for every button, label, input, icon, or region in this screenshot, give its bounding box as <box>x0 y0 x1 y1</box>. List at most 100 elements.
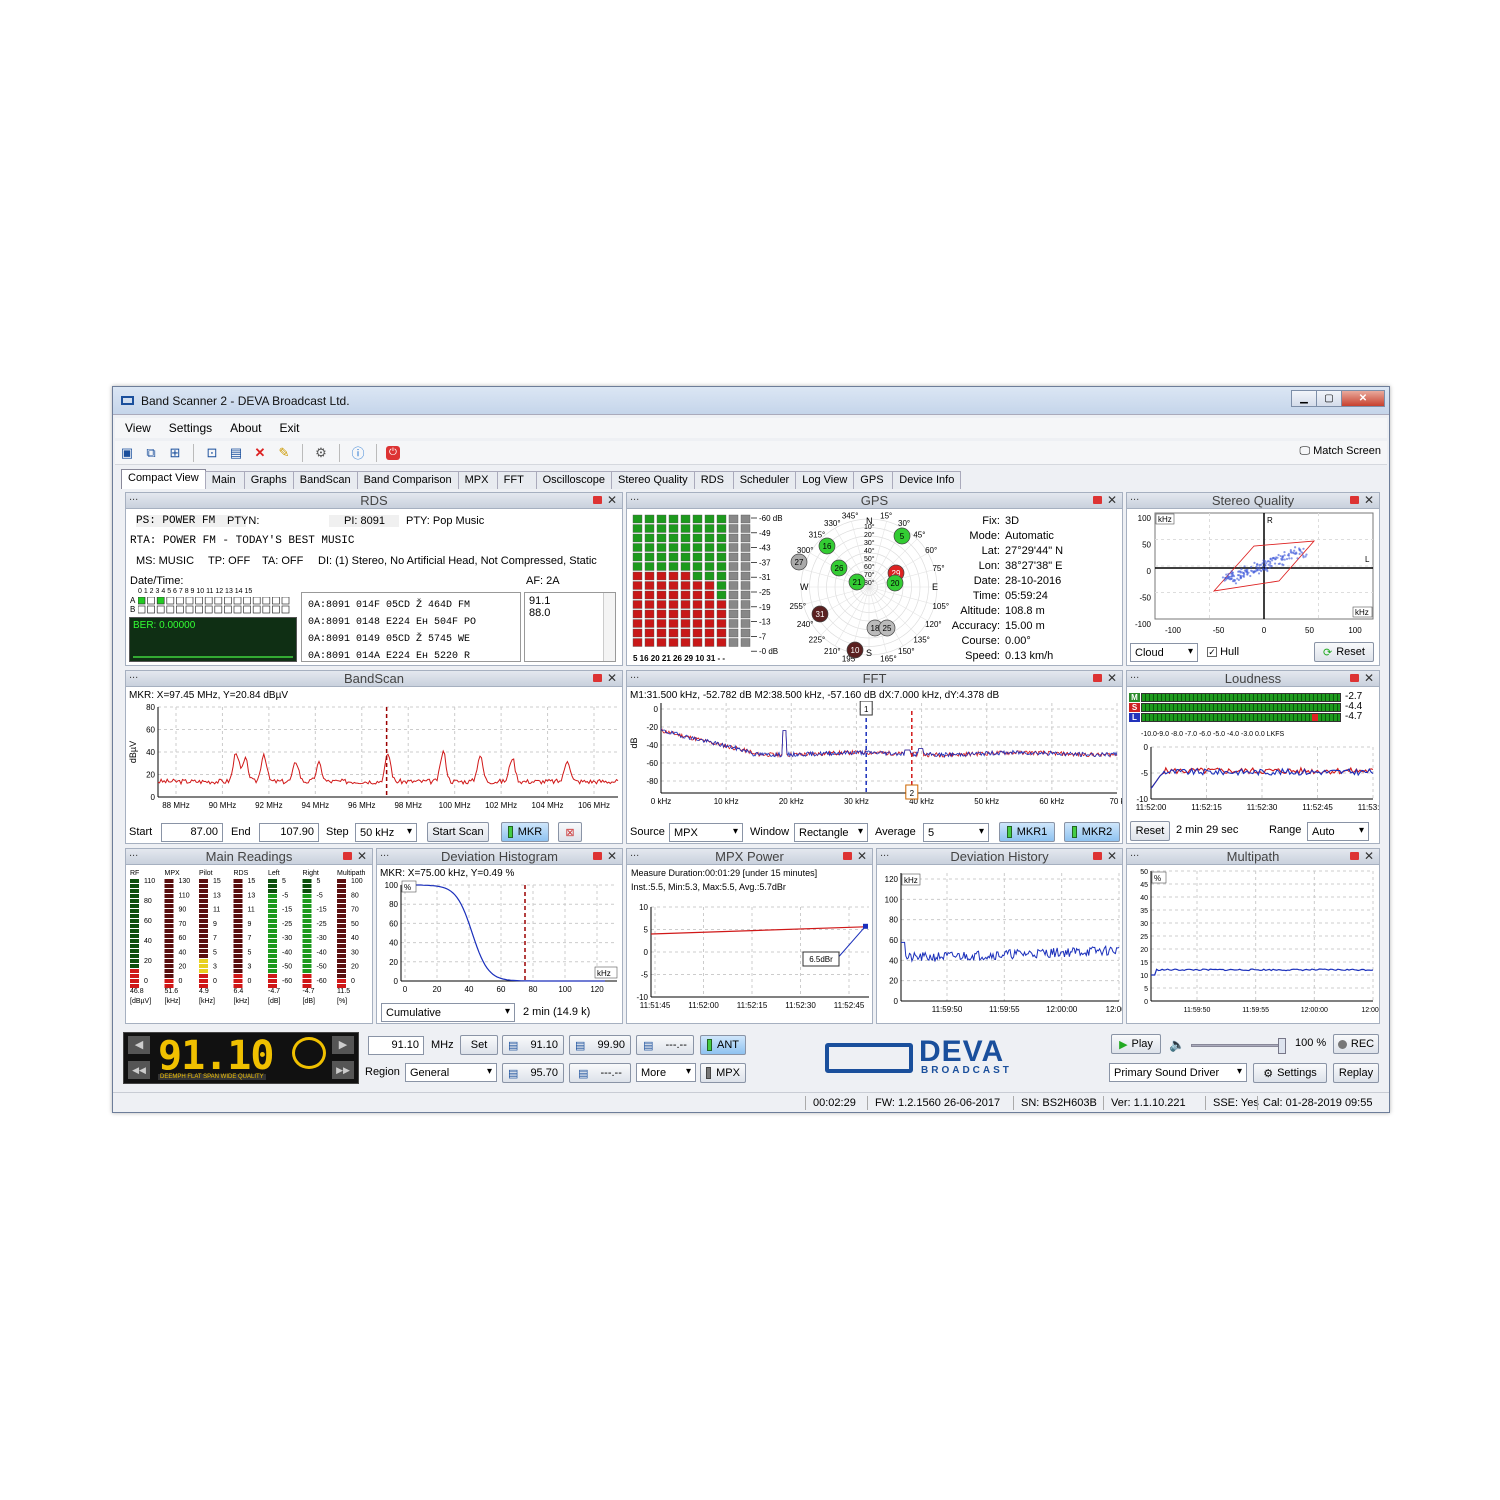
close-button[interactable]: ✕ <box>1341 390 1385 407</box>
plot-mode-select[interactable]: Cloud <box>1130 643 1198 662</box>
delete-icon[interactable]: ✕ <box>251 444 269 462</box>
tab-gps[interactable]: GPS <box>853 471 894 489</box>
tab-band-comparison[interactable]: Band Comparison <box>356 471 459 489</box>
menu-about[interactable]: About <box>230 421 261 435</box>
lock-icon[interactable] <box>1350 852 1359 860</box>
more-presets-select[interactable]: More <box>636 1063 696 1082</box>
tab-log-view[interactable]: Log View <box>795 471 855 489</box>
tune-down-button[interactable]: ◀ <box>128 1036 150 1054</box>
minimize-button[interactable]: ▁ <box>1291 390 1317 407</box>
maximize-button[interactable]: ▢ <box>1316 390 1342 407</box>
tab-bandscan[interactable]: BandScan <box>292 471 358 489</box>
region-select[interactable]: General <box>405 1063 497 1082</box>
cascade-icon[interactable]: ⧉ <box>142 444 160 462</box>
close-icon[interactable]: ✕ <box>1107 493 1117 507</box>
tab-main[interactable]: Main <box>204 471 245 489</box>
lock-icon[interactable] <box>1093 852 1102 860</box>
clear-markers-icon[interactable]: ⊠ <box>558 822 582 842</box>
rds-di: DI: (1) Stereo, No Artificial Head, Not … <box>318 555 597 567</box>
rds-group-list[interactable]: 0A:8091 014F 05CD Ž 464D FM 0A:8091 0148… <box>301 592 521 662</box>
close-icon[interactable]: ✕ <box>607 849 617 863</box>
menu-view[interactable]: View <box>125 421 151 435</box>
preset-3-button[interactable]: ▤ ---.-- <box>636 1035 694 1055</box>
average-select[interactable]: 5 <box>923 823 989 842</box>
speaker-icon[interactable]: 🔈 <box>1169 1037 1185 1053</box>
close-icon[interactable]: ✕ <box>857 849 867 863</box>
tune-up-button[interactable]: ▶ <box>332 1036 354 1054</box>
antenna-button[interactable]: ANT <box>700 1035 746 1055</box>
histogram-mode-select[interactable]: Cumulative <box>381 1003 515 1022</box>
tab-compact-view[interactable]: Compact View <box>121 469 206 489</box>
seek-down-button[interactable]: ◀◀ <box>128 1061 150 1079</box>
step-select[interactable]: 50 kHz <box>355 823 417 842</box>
play-button[interactable]: ▶ Play <box>1111 1034 1161 1054</box>
tab-device-info[interactable]: Device Info <box>892 471 962 489</box>
power-icon[interactable]: ⏻ <box>386 445 400 460</box>
preset-5-button[interactable]: ▤ ---.-- <box>569 1063 631 1083</box>
start-scan-button[interactable]: Start Scan <box>427 822 489 842</box>
lock-icon[interactable] <box>1093 674 1102 682</box>
tab-graphs[interactable]: Graphs <box>243 471 294 489</box>
match-screen-button[interactable]: 🖵 Match Screen <box>1299 445 1381 458</box>
menu-exit[interactable]: Exit <box>280 421 300 435</box>
save-icon[interactable]: ▤ <box>227 444 245 462</box>
lock-icon[interactable] <box>1350 496 1359 504</box>
preset-2-button[interactable]: ▤ 99.90 <box>569 1035 631 1055</box>
view-icon[interactable]: ▣ <box>118 444 136 462</box>
close-icon[interactable]: ✕ <box>357 849 367 863</box>
af-list[interactable]: 91.1 88.0 <box>524 592 616 662</box>
mkr1-button[interactable]: MKR1 <box>999 822 1055 842</box>
start-freq-input[interactable]: 87.00 <box>161 823 223 842</box>
volume-thumb[interactable] <box>1278 1038 1286 1054</box>
pencil-icon[interactable]: ✎ <box>275 444 293 462</box>
tab-fft[interactable]: FFT <box>496 471 537 489</box>
close-icon[interactable]: ✕ <box>607 671 617 685</box>
loudness-reset-button[interactable]: Reset <box>1130 821 1170 841</box>
lock-icon[interactable] <box>843 852 852 860</box>
stereo-reset-button[interactable]: ⟳ Reset <box>1314 642 1374 662</box>
tab-stereo-quality[interactable]: Stereo Quality <box>610 471 695 489</box>
elevation-label: 70° <box>864 571 875 579</box>
network-icon[interactable]: ⊡ <box>203 444 221 462</box>
close-icon[interactable]: ✕ <box>1364 671 1374 685</box>
tab-rds[interactable]: RDS <box>693 471 734 489</box>
replay-button[interactable]: Replay <box>1333 1063 1379 1083</box>
source-select[interactable]: MPX <box>669 823 743 842</box>
volume-slider[interactable] <box>1191 1038 1286 1054</box>
lock-icon[interactable] <box>593 496 602 504</box>
meter-segment <box>268 974 277 978</box>
sound-driver-select[interactable]: Primary Sound Driver <box>1109 1063 1247 1082</box>
menu-settings[interactable]: Settings <box>169 421 212 435</box>
tab-oscilloscope[interactable]: Oscilloscope <box>535 471 612 489</box>
close-icon[interactable]: ✕ <box>607 493 617 507</box>
close-icon[interactable]: ✕ <box>1107 671 1117 685</box>
lock-icon[interactable] <box>593 852 602 860</box>
tab-mpx[interactable]: MPX <box>457 471 498 489</box>
grid-icon[interactable]: ⊞ <box>166 444 184 462</box>
set-frequency-button[interactable]: Set <box>460 1035 498 1055</box>
mpx-button[interactable]: MPX <box>700 1063 746 1083</box>
window-select[interactable]: Rectangle <box>794 823 868 842</box>
close-icon[interactable]: ✕ <box>1364 849 1374 863</box>
mkr2-button[interactable]: MKR2 <box>1064 822 1120 842</box>
close-icon[interactable]: ✕ <box>1364 493 1374 507</box>
hull-checkbox[interactable]: ✓ Hull <box>1207 646 1239 658</box>
lock-icon[interactable] <box>1093 496 1102 504</box>
lock-icon[interactable] <box>593 674 602 682</box>
preset-4-button[interactable]: ▤ 95.70 <box>502 1063 564 1083</box>
lock-icon[interactable] <box>343 852 352 860</box>
frequency-input[interactable]: 91.10 <box>368 1036 424 1055</box>
record-button[interactable]: REC <box>1333 1034 1379 1054</box>
range-select[interactable]: Auto <box>1307 822 1369 841</box>
preset-1-button[interactable]: ▤ 91.10 <box>502 1035 564 1055</box>
lock-icon[interactable] <box>1350 674 1359 682</box>
tab-scheduler[interactable]: Scheduler <box>732 471 797 489</box>
seek-up-button[interactable]: ▶▶ <box>332 1061 354 1079</box>
mkr-button[interactable]: MKR <box>501 822 549 842</box>
info-icon[interactable]: ⓘ <box>349 444 367 462</box>
end-freq-input[interactable]: 107.90 <box>259 823 319 842</box>
gear-icon[interactable]: ⚙ <box>312 444 330 462</box>
scrollbar[interactable] <box>603 593 615 661</box>
close-icon[interactable]: ✕ <box>1107 849 1117 863</box>
settings-button[interactable]: ⚙ Settings <box>1253 1063 1327 1083</box>
